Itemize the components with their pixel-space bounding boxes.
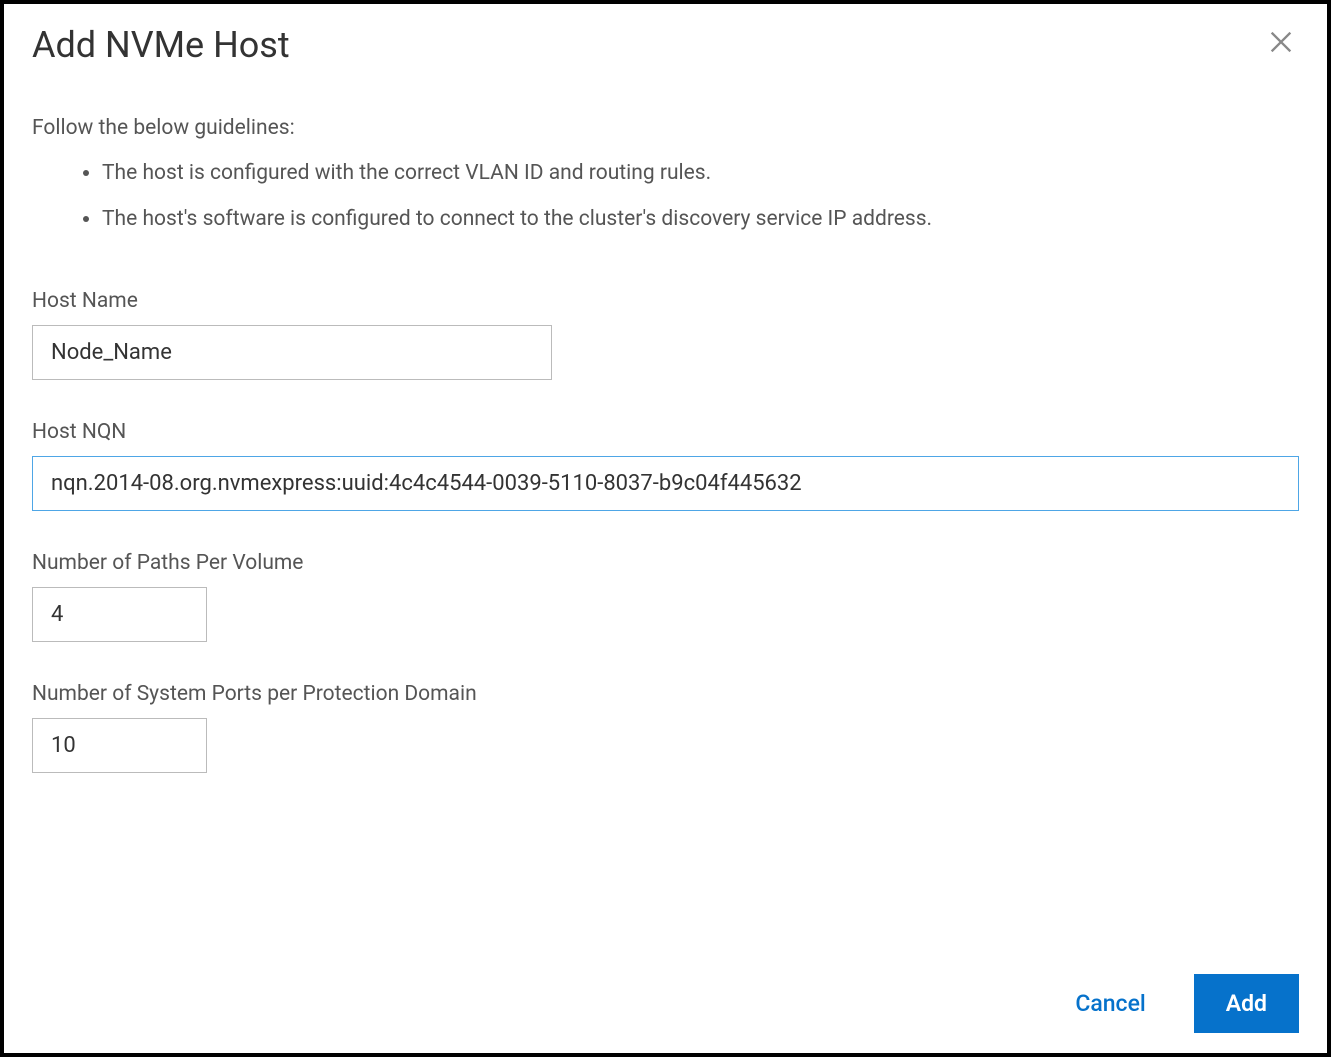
system-ports-group: Number of System Ports per Protection Do…	[32, 682, 1299, 773]
dialog-title: Add NVMe Host	[32, 24, 290, 66]
paths-per-volume-label: Number of Paths Per Volume	[32, 551, 1299, 575]
dialog-header: Add NVMe Host	[32, 24, 1299, 66]
host-name-label: Host Name	[32, 289, 1299, 313]
dialog-footer: Cancel Add	[32, 954, 1299, 1033]
guideline-item: The host's software is configured to con…	[102, 204, 1299, 236]
close-icon[interactable]	[1263, 24, 1299, 64]
add-button[interactable]: Add	[1194, 974, 1299, 1033]
guideline-item: The host is configured with the correct …	[102, 158, 1299, 190]
system-ports-input[interactable]	[32, 718, 207, 773]
paths-per-volume-group: Number of Paths Per Volume	[32, 551, 1299, 642]
add-nvme-host-dialog: Add NVMe Host Follow the below guideline…	[0, 0, 1331, 1057]
guidelines-list: The host is configured with the correct …	[32, 158, 1299, 249]
system-ports-label: Number of System Ports per Protection Do…	[32, 682, 1299, 706]
host-nqn-input[interactable]	[32, 456, 1299, 511]
host-nqn-group: Host NQN	[32, 420, 1299, 511]
guidelines-intro: Follow the below guidelines:	[32, 116, 1299, 140]
cancel-button[interactable]: Cancel	[1057, 976, 1163, 1031]
host-name-input[interactable]	[32, 325, 552, 380]
paths-per-volume-input[interactable]	[32, 587, 207, 642]
host-name-group: Host Name	[32, 289, 1299, 380]
host-nqn-label: Host NQN	[32, 420, 1299, 444]
